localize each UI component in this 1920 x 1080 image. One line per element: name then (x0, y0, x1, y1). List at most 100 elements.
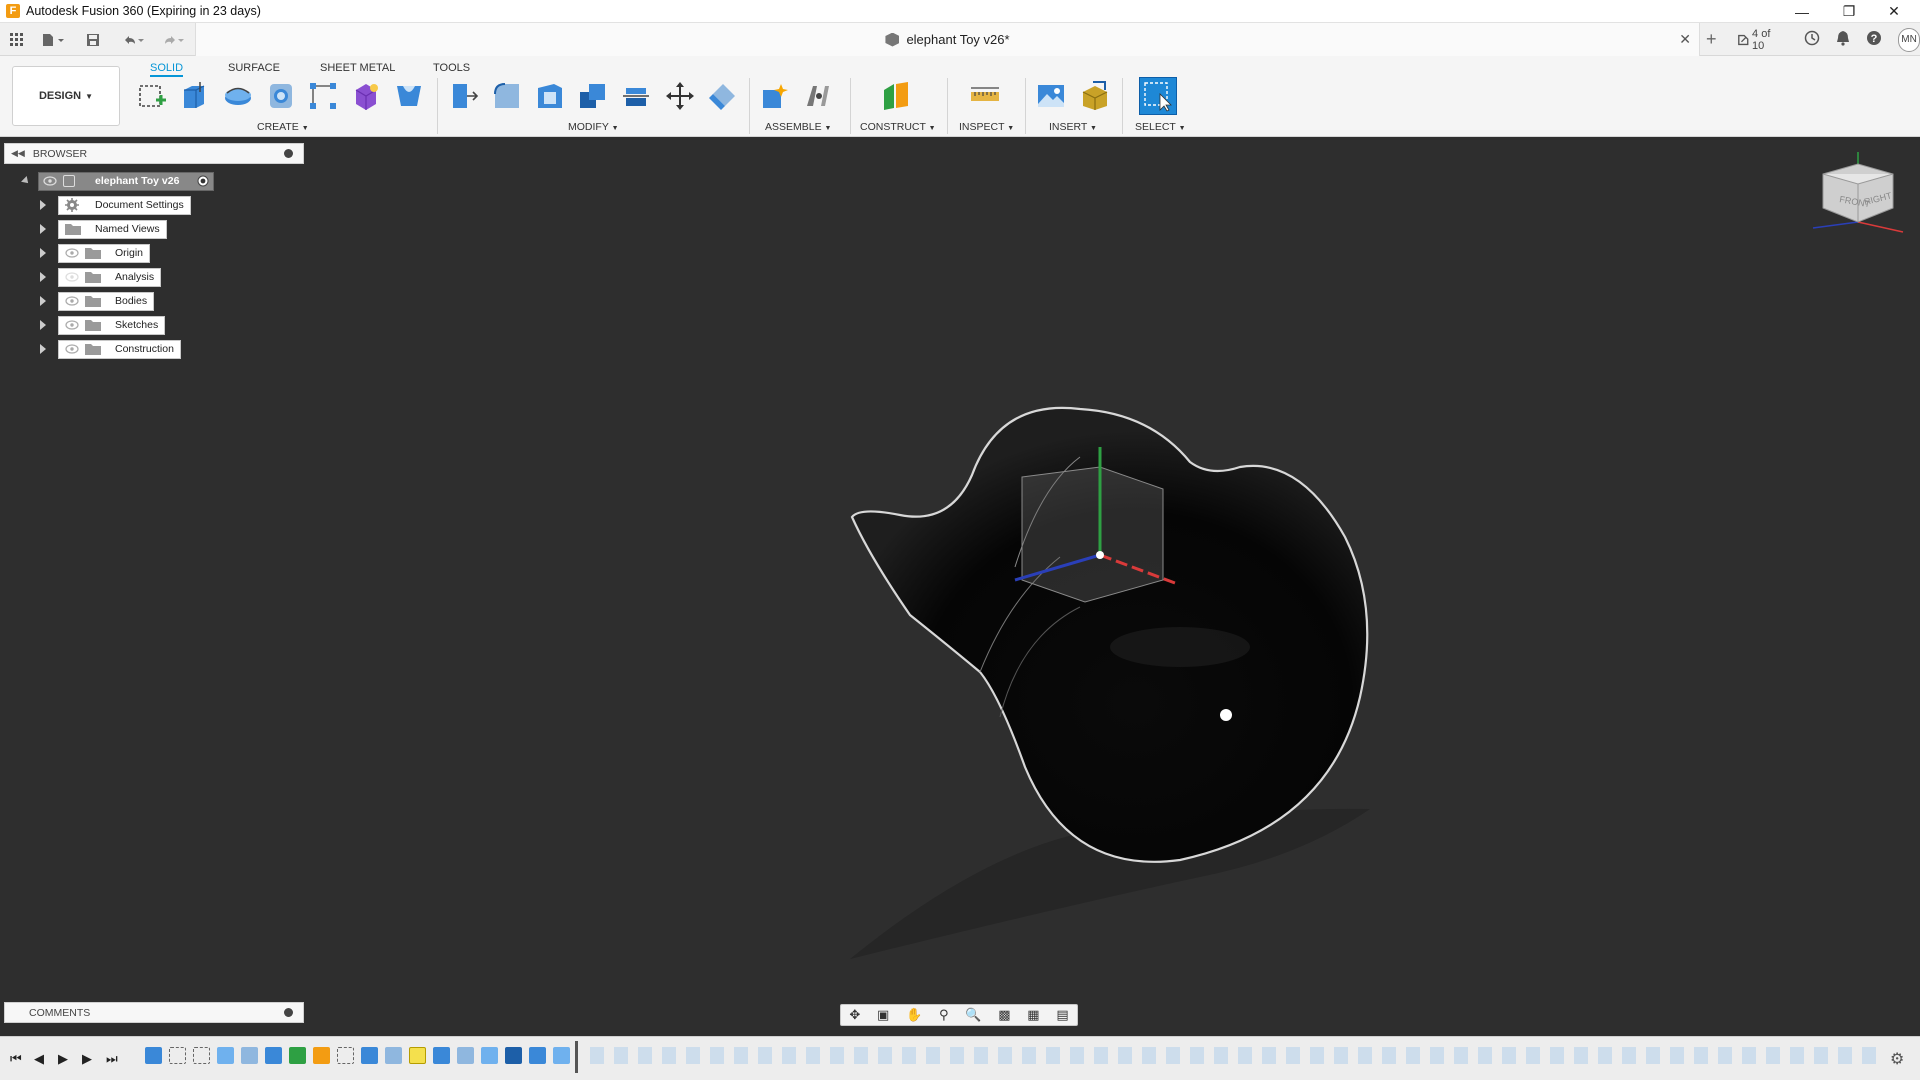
canvas-image-tool[interactable] (1034, 79, 1068, 113)
help-icon[interactable]: ? (1866, 30, 1882, 49)
fusion-app-icon: F (6, 4, 20, 18)
notification-bell-icon[interactable] (1836, 30, 1850, 49)
assemble-group-label[interactable]: ASSEMBLE ▼ (765, 121, 831, 133)
timeline-feature[interactable] (505, 1047, 522, 1064)
zoom-icon[interactable]: ⚲ (939, 1007, 949, 1023)
light-reflection (1220, 709, 1232, 721)
timeline-sketch[interactable] (337, 1047, 354, 1064)
timeline-feature[interactable] (361, 1047, 378, 1064)
viewports-icon[interactable]: ▤ (1056, 1007, 1068, 1023)
play-icon[interactable]: ▶ (58, 1051, 68, 1067)
create-sketch-tool[interactable] (135, 79, 169, 113)
timeline-feature[interactable] (265, 1047, 282, 1064)
timeline-sketch[interactable] (193, 1047, 210, 1064)
close-window-button[interactable]: ✕ (1872, 0, 1916, 23)
viewcube[interactable]: FRONT RIGHT (1808, 150, 1908, 245)
timeline-feature[interactable] (529, 1047, 546, 1064)
timeline-feature[interactable] (313, 1047, 330, 1064)
origin-point[interactable] (1096, 551, 1104, 559)
save-icon[interactable] (84, 29, 102, 51)
new-component-tool[interactable] (758, 79, 792, 113)
ribbon-divider (749, 78, 750, 134)
timeline-suppressed-features[interactable] (590, 1047, 1880, 1064)
rectangular-pattern-tool[interactable] (306, 79, 340, 113)
add-comment-icon[interactable] (284, 1008, 293, 1017)
timeline-feature[interactable] (217, 1047, 234, 1064)
viewcube-x-axis (1857, 221, 1904, 233)
redo-icon[interactable] (158, 29, 188, 51)
workspace-switcher-button[interactable]: DESIGN ▼ (12, 66, 120, 126)
inspect-group-label[interactable]: INSPECT ▼ (959, 121, 1014, 133)
timeline-sketch[interactable] (169, 1047, 186, 1064)
select-group-label[interactable]: SELECT ▼ (1135, 121, 1186, 133)
go-to-start-icon[interactable]: ⏮ (10, 1051, 22, 1067)
tab-tools[interactable]: TOOLS (433, 59, 470, 77)
tab-surface[interactable]: SURFACE (228, 59, 280, 77)
extrude-tool[interactable] (177, 79, 211, 113)
toolbar-ribbon: SOLID SURFACE SHEET METAL TOOLS DESIGN ▼… (0, 56, 1920, 137)
step-forward-icon[interactable]: ▶ (82, 1051, 92, 1067)
job-status-button[interactable]: 4 of 10 (1737, 28, 1783, 52)
timeline-settings-gear-icon[interactable]: ⚙ (1890, 1049, 1904, 1069)
timeline-marker[interactable] (575, 1041, 578, 1073)
comments-panel[interactable]: COMMENTS (4, 1002, 304, 1023)
sweep-tool[interactable] (264, 79, 298, 113)
zoom-window-icon[interactable]: 🔍 (965, 1007, 981, 1023)
move-copy-tool[interactable] (663, 79, 697, 113)
timeline-feature[interactable] (385, 1047, 402, 1064)
measure-tool[interactable] (968, 79, 1002, 113)
step-back-icon[interactable]: ◀ (34, 1051, 44, 1067)
revolve-tool[interactable] (221, 79, 255, 113)
user-avatar[interactable]: MN (1898, 27, 1920, 52)
offset-plane-tool[interactable] (879, 79, 913, 113)
clock-icon[interactable] (1804, 30, 1820, 49)
shell-tool[interactable] (533, 79, 567, 113)
component-icon (885, 32, 900, 47)
go-to-end-icon[interactable]: ⏭ (106, 1051, 118, 1067)
restore-button[interactable]: ❐ (1827, 0, 1871, 23)
timeline-feature[interactable] (241, 1047, 258, 1064)
pan-hand-icon[interactable]: ✋ (906, 1007, 922, 1023)
timeline-feature[interactable] (289, 1047, 306, 1064)
file-menu-icon[interactable] (38, 29, 68, 51)
ribbon-divider (850, 78, 851, 134)
minimize-button[interactable]: — (1780, 0, 1824, 23)
timeline-feature[interactable] (433, 1047, 450, 1064)
timeline-feature[interactable] (457, 1047, 474, 1064)
ribbon-divider (1025, 78, 1026, 134)
create-form-tool[interactable] (349, 79, 383, 113)
joint-tool[interactable] (802, 79, 836, 113)
timeline-feature[interactable] (553, 1047, 570, 1064)
model-viewport[interactable] (0, 137, 1920, 1032)
close-tab-icon[interactable]: ✕ (1679, 31, 1691, 48)
insert-mesh-tool[interactable] (1078, 79, 1112, 113)
ribbon-divider (437, 78, 438, 134)
viewcube-z-axis (1812, 221, 1859, 229)
timeline-selected-feature[interactable] (409, 1047, 426, 1064)
press-pull-tool[interactable] (446, 79, 480, 113)
timeline-feature[interactable] (145, 1047, 162, 1064)
combine-tool[interactable] (576, 79, 610, 113)
insert-group-label[interactable]: INSERT ▼ (1049, 121, 1097, 133)
construct-group-label[interactable]: CONSTRUCT ▼ (860, 121, 936, 133)
select-tool[interactable] (1139, 77, 1177, 115)
split-body-tool[interactable] (619, 79, 653, 113)
create-group-label[interactable]: CREATE ▼ (257, 121, 309, 133)
tab-sheet-metal[interactable]: SHEET METAL (320, 59, 395, 77)
fillet-tool[interactable] (490, 79, 524, 113)
undo-icon[interactable] (118, 29, 148, 51)
timeline-feature[interactable] (481, 1047, 498, 1064)
grid-settings-icon[interactable]: ▦ (1027, 1007, 1039, 1023)
physical-material-tool[interactable] (706, 79, 740, 113)
window-title: Autodesk Fusion 360 (Expiring in 23 days… (26, 4, 261, 18)
app-grid-icon[interactable] (8, 29, 26, 51)
new-tab-icon[interactable]: + (1706, 29, 1717, 50)
tab-solid[interactable]: SOLID (150, 59, 184, 77)
derive-tool[interactable] (392, 79, 426, 113)
look-at-icon[interactable]: ▣ (877, 1007, 889, 1023)
document-tab[interactable]: elephant Toy v26* ✕ (195, 23, 1700, 56)
display-settings-icon[interactable]: ▩ (998, 1007, 1010, 1023)
orbit-icon[interactable]: ✥ (849, 1007, 860, 1023)
app-bar: elephant Toy v26* ✕ + 4 of 10 ? MN (0, 23, 1920, 56)
modify-group-label[interactable]: MODIFY ▼ (568, 121, 619, 133)
